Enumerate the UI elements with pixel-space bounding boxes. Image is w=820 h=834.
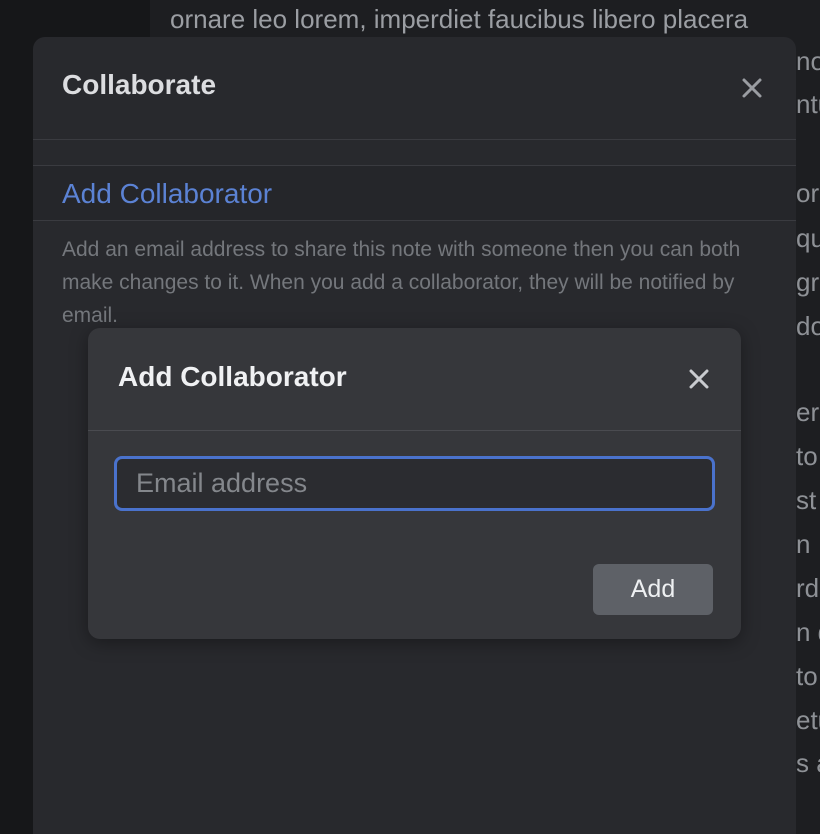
note-text-fragment: qu xyxy=(796,223,820,253)
note-text-fragment: rd xyxy=(796,573,820,603)
collaborate-description: Add an email address to share this note … xyxy=(62,238,741,327)
note-text-fragment: gr xyxy=(796,267,820,297)
note-text-fragment: to xyxy=(796,441,818,471)
note-text-fragment: no xyxy=(796,46,820,76)
note-text-fragment: s a xyxy=(796,748,820,778)
collaborate-panel-title: Collaborate xyxy=(62,69,217,100)
add-collaborator-dialog: Add Collaborator Add xyxy=(88,328,741,639)
note-text-fragment: n xyxy=(796,529,811,559)
note-text-fragment: etu xyxy=(796,705,820,735)
dialog-header: Add Collaborator xyxy=(88,328,741,431)
email-field[interactable] xyxy=(114,456,715,511)
add-button[interactable]: Add xyxy=(593,564,713,615)
dialog-title: Add Collaborator xyxy=(118,361,347,392)
note-text-fragment: st xyxy=(796,485,817,515)
note-text-fragment: n d xyxy=(796,617,820,647)
note-text-fragment: to xyxy=(796,661,818,691)
note-text-fragment: do xyxy=(796,311,820,341)
note-text-line: ornare leo lorem, imperdiet faucibus lib… xyxy=(170,4,749,34)
close-icon[interactable] xyxy=(735,71,769,105)
note-text-fragment: er xyxy=(796,397,820,427)
note-text-fragment: ntu xyxy=(796,89,820,119)
collaborate-panel-header: Collaborate xyxy=(33,37,796,140)
app-screen: ornare leo lorem, imperdiet faucibus lib… xyxy=(0,0,820,834)
add-collaborator-section: Add Collaborator xyxy=(33,165,796,221)
close-icon[interactable] xyxy=(682,362,716,396)
add-collaborator-link[interactable]: Add Collaborator xyxy=(62,178,272,210)
note-text-fragment: or xyxy=(796,178,820,208)
